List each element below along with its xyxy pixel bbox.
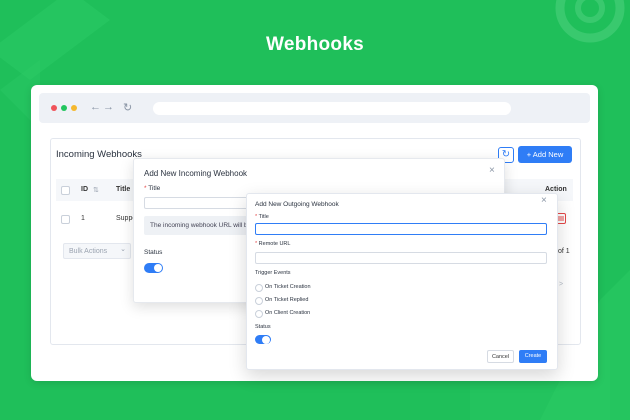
bulk-actions-label: Bulk Actions <box>69 248 108 255</box>
outgoing-webhook-modal: Add New Outgoing Webhook × * Title * Rem… <box>246 193 558 370</box>
status-label: Status <box>255 324 271 330</box>
browser-toolbar: ← → ↻ <box>39 93 590 123</box>
trigger-option-radio[interactable] <box>255 310 263 318</box>
back-arrow-icon[interactable]: ← <box>90 101 101 113</box>
column-id[interactable]: ID <box>81 186 88 193</box>
add-new-button[interactable]: + Add New <box>518 146 572 163</box>
remote-url-input[interactable] <box>255 252 547 264</box>
close-icon[interactable]: × <box>489 165 495 176</box>
select-all-checkbox[interactable] <box>61 186 70 195</box>
column-title[interactable]: Title <box>116 186 130 193</box>
chevron-down-icon: ⌄ <box>120 246 126 253</box>
row-id: 1 <box>81 215 85 222</box>
title-input[interactable] <box>255 223 547 235</box>
row-checkbox[interactable] <box>61 215 70 224</box>
trigger-option-label: On Client Creation <box>265 310 311 316</box>
sort-icon[interactable]: ⇅ <box>93 186 99 194</box>
trigger-option-radio[interactable] <box>255 297 263 305</box>
status-toggle[interactable] <box>255 335 271 344</box>
maximize-dot[interactable] <box>71 105 77 111</box>
title-label-text: Title <box>148 185 161 192</box>
trigger-option-label: On Ticket Replied <box>265 297 309 303</box>
create-button[interactable]: Create <box>519 350 547 363</box>
close-icon[interactable]: × <box>541 195 547 206</box>
next-page-icon[interactable]: > <box>559 281 563 288</box>
required-mark: * <box>144 185 147 192</box>
trigger-option-label: On Ticket Creation <box>265 284 311 290</box>
forward-arrow-icon[interactable]: → <box>103 101 114 113</box>
required-mark: * <box>255 214 258 220</box>
outgoing-modal-title: Add New Outgoing Webhook <box>255 201 339 208</box>
minimize-dot[interactable] <box>61 105 67 111</box>
card-title: Incoming Webhooks <box>56 149 142 160</box>
column-action: Action <box>545 186 567 193</box>
incoming-modal-title: Add New Incoming Webhook <box>144 169 248 178</box>
reload-icon[interactable]: ↻ <box>123 101 132 114</box>
close-dot[interactable] <box>51 105 57 111</box>
remote-url-label-text: Remote URL <box>258 241 291 247</box>
bulk-actions-select[interactable]: Bulk Actions ⌄ <box>63 243 131 259</box>
trigger-events-label: Trigger Events <box>255 270 291 276</box>
trigger-option-radio[interactable] <box>255 284 263 292</box>
pagination-text: of 1 <box>558 248 570 255</box>
status-label: Status <box>144 249 163 256</box>
remote-url-label: * Remote URL <box>255 241 290 247</box>
cancel-button[interactable]: Cancel <box>487 350 514 363</box>
page-title: Webhooks <box>265 34 365 55</box>
status-toggle[interactable] <box>144 263 163 273</box>
address-bar[interactable] <box>153 102 511 115</box>
required-mark: * <box>255 241 258 247</box>
title-label-text: Title <box>258 214 269 220</box>
title-field-label: * Title <box>255 214 269 220</box>
title-field-label: * Title <box>144 185 160 192</box>
